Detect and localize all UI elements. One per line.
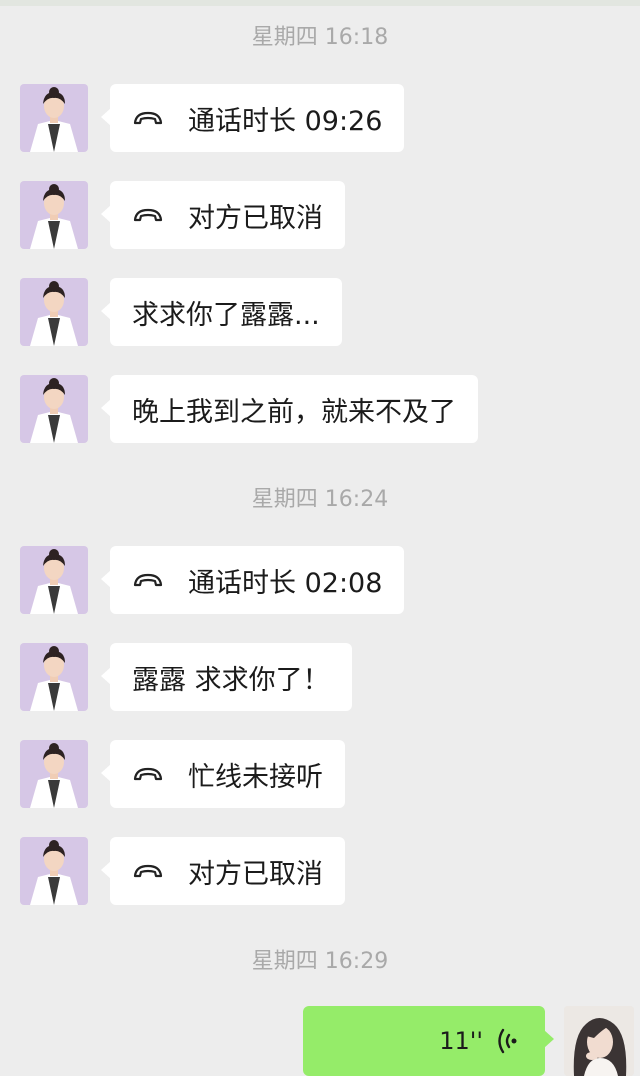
phone-hangup-icon [133, 208, 163, 222]
message-bubble[interactable]: 露露 求求你了！ [101, 643, 352, 711]
message-bubble[interactable]: 通话时长 02:08 [100, 546, 405, 614]
voice-wave-icon [498, 1028, 517, 1054]
timestamp: 星期四 16:18 [251, 25, 389, 50]
message-bubble[interactable]: 对方已取消 [101, 181, 345, 249]
message-row: 对方已取消 [0, 837, 640, 907]
message-text: 晚上我到之前，就来不及了 [132, 396, 456, 428]
message-row: 通话时长 02:08 [0, 546, 640, 616]
avatar[interactable] [20, 181, 88, 249]
message-row: 晚上我到之前，就来不及了 [0, 375, 640, 445]
message-text: 通话时长 09:26 [188, 105, 383, 137]
my-avatar[interactable] [564, 1006, 634, 1076]
avatar[interactable] [20, 84, 88, 152]
message-text: 求求你了露露... [132, 299, 320, 331]
message-row: 通话时长 09:26 [0, 84, 640, 154]
avatar[interactable] [20, 740, 88, 808]
message-text: 对方已取消 [188, 202, 323, 234]
message-bubble[interactable]: 求求你了露露... [101, 278, 342, 346]
top-divider [0, 0, 640, 6]
timestamp: 星期四 16:24 [251, 487, 389, 512]
avatar[interactable] [20, 546, 88, 614]
message-text: 忙线未接听 [188, 761, 323, 793]
message-bubble[interactable]: 通话时长 09:26 [100, 84, 405, 152]
avatar[interactable] [20, 643, 88, 711]
avatar[interactable] [20, 837, 88, 905]
timestamp: 星期四 16:29 [251, 949, 389, 974]
phone-hangup-icon [133, 111, 163, 125]
avatar[interactable] [20, 278, 88, 346]
message-bubble[interactable]: 晚上我到之前，就来不及了 [101, 375, 478, 443]
message-text: 对方已取消 [188, 858, 323, 890]
phone-hangup-icon [133, 767, 163, 781]
message-bubble[interactable]: 对方已取消 [101, 837, 345, 905]
phone-hangup-icon [133, 864, 163, 878]
message-row: 求求你了露露... [0, 278, 640, 348]
voice-duration: 11'' [439, 1027, 483, 1055]
message-text: 通话时长 02:08 [188, 567, 383, 599]
message-row: 对方已取消 [0, 181, 640, 251]
avatar[interactable] [20, 375, 88, 443]
message-text: 露露 求求你了！ [132, 664, 330, 696]
message-bubble[interactable]: 忙线未接听 [101, 740, 345, 808]
phone-hangup-icon [133, 573, 163, 587]
message-row: 露露 求求你了！ [0, 643, 640, 713]
voice-message-bubble[interactable]: 11'' [303, 1006, 554, 1076]
message-row: 忙线未接听 [0, 740, 640, 810]
